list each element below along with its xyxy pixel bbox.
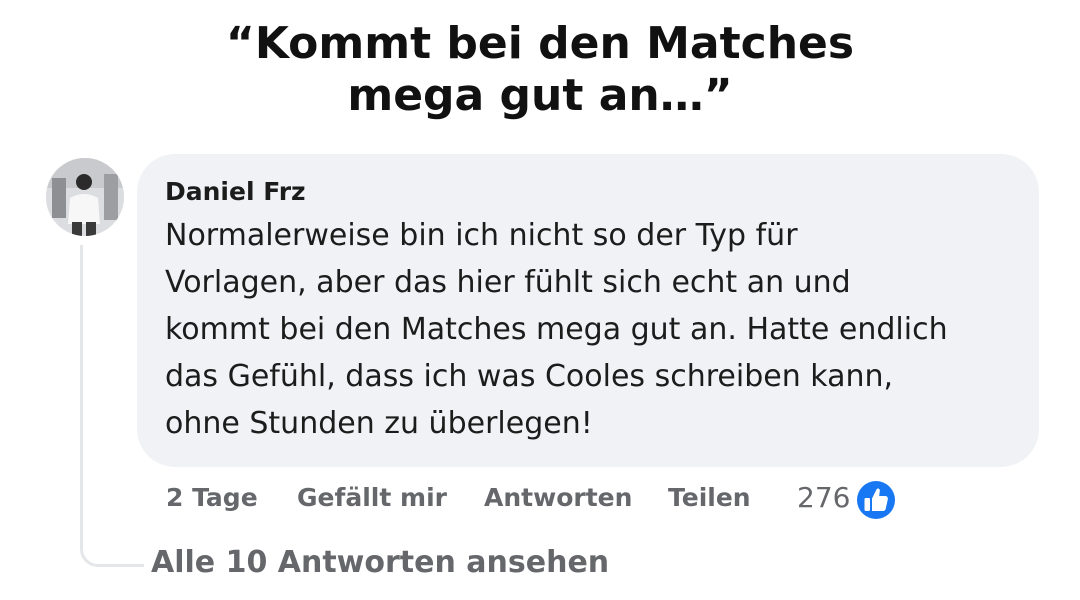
reaction-count[interactable]: 276	[797, 478, 850, 518]
comment-bubble: Daniel Frz Normalerweise bin ich nicht s…	[137, 154, 1039, 467]
avatar[interactable]	[46, 158, 124, 236]
comment-text-line: das Gefühl, dass ich was Cooles schreibe…	[165, 359, 894, 394]
share-button[interactable]: Teilen	[668, 478, 751, 518]
reply-button[interactable]: Antworten	[484, 478, 632, 518]
comment-timestamp[interactable]: 2 Tage	[166, 478, 258, 518]
view-all-replies-link[interactable]: Alle 10 Antworten ansehen	[151, 543, 609, 583]
profile-photo-icon	[46, 158, 124, 236]
headline-line-2: mega gut an…”	[347, 70, 733, 121]
comment-text-line: Normalerweise bin ich nicht so der Typ f…	[165, 218, 798, 253]
like-button[interactable]: Gefällt mir	[297, 478, 447, 518]
comment-text-line: kommt bei den Matches mega gut an. Hatte…	[165, 312, 948, 347]
comment-text-line: Vorlagen, aber das hier fühlt sich echt …	[165, 265, 851, 300]
thumbs-up-icon[interactable]	[852, 476, 900, 524]
comment-author[interactable]: Daniel Frz	[165, 176, 1011, 208]
comment-text-line: ohne Stunden zu überlegen!	[165, 406, 593, 441]
headline: “Kommt bei den Matches mega gut an…”	[0, 18, 1080, 122]
comment-text: Normalerweise bin ich nicht so der Typ f…	[165, 212, 1011, 447]
reply-thread-line	[80, 245, 144, 567]
headline-line-1: “Kommt bei den Matches	[225, 18, 855, 69]
